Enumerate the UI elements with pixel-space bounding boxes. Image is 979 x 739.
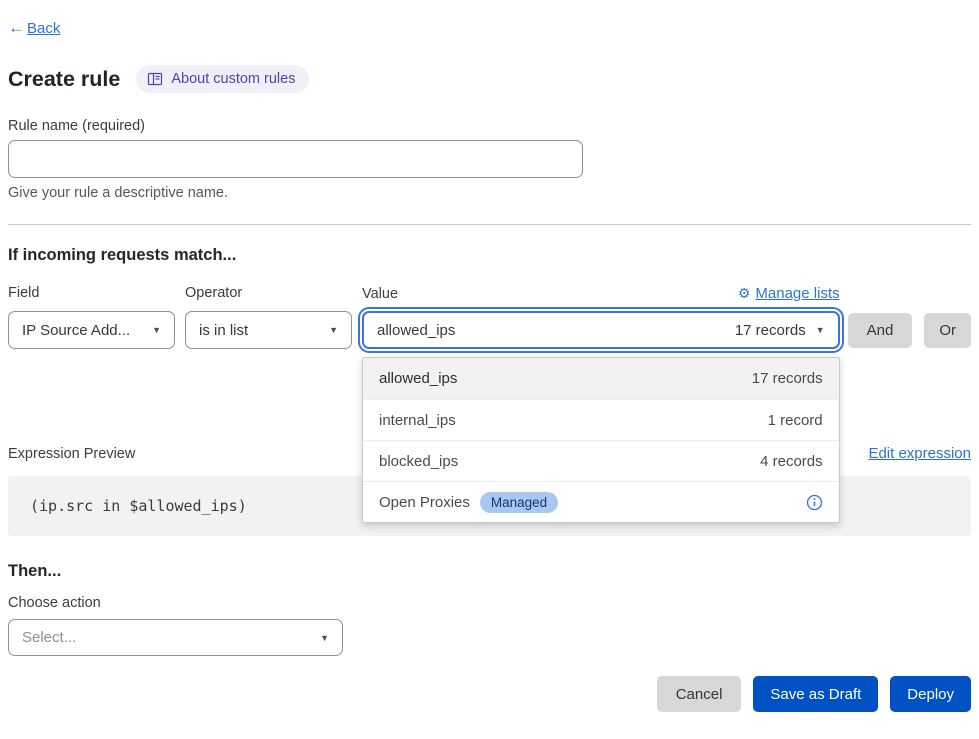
action-select-placeholder: Select... [22, 629, 76, 646]
value-dropdown-menu: allowed_ips 17 records internal_ips 1 re… [362, 357, 840, 523]
back-link[interactable]: ← Back [8, 18, 971, 38]
operator-group: Operator is in list ▼ [185, 285, 352, 349]
deploy-button[interactable]: Deploy [890, 676, 971, 712]
about-custom-rules-label: About custom rules [171, 71, 295, 87]
field-label: Field [8, 285, 175, 301]
rule-name-label: Rule name (required) [8, 118, 971, 134]
then-section-heading: Then... [8, 562, 971, 581]
back-arrow-icon: ← [8, 18, 25, 38]
condition-row: Field IP Source Add... ▼ Operator is in … [8, 285, 971, 349]
about-custom-rules-link[interactable]: About custom rules [136, 65, 309, 93]
value-select-value: allowed_ips [377, 322, 455, 339]
list-name: internal_ips [379, 412, 456, 429]
field-select[interactable]: IP Source Add... ▼ [8, 311, 175, 349]
list-name: Open Proxies [379, 494, 470, 511]
back-link-label[interactable]: Back [27, 20, 60, 37]
list-record-count: 1 record [768, 412, 823, 429]
section-divider [8, 224, 971, 225]
manage-lists-link[interactable]: ⚙ Manage lists [738, 285, 840, 302]
dropdown-item-open-proxies[interactable]: Open Proxies Managed [363, 481, 839, 522]
chevron-down-icon: ▼ [816, 325, 825, 335]
page-header: Create rule About custom rules [8, 65, 971, 93]
value-select-meta: 17 records [735, 322, 806, 339]
operator-select[interactable]: is in list ▼ [185, 311, 352, 349]
edit-expression-link[interactable]: Edit expression [868, 445, 971, 462]
cancel-button[interactable]: Cancel [657, 676, 742, 712]
gear-icon: ⚙ [738, 285, 751, 302]
book-icon [147, 71, 163, 87]
dropdown-item-allowed-ips[interactable]: allowed_ips 17 records [363, 358, 839, 399]
page-title: Create rule [8, 67, 120, 92]
or-button[interactable]: Or [924, 313, 971, 348]
field-group: Field IP Source Add... ▼ [8, 285, 175, 349]
choose-action-label: Choose action [8, 595, 971, 611]
value-label-row: Value ⚙ Manage lists [362, 285, 840, 302]
action-select[interactable]: Select... ▼ [8, 619, 343, 656]
match-section-heading: If incoming requests match... [8, 246, 971, 265]
conjunction-buttons: And Or [848, 313, 971, 348]
chevron-down-icon: ▼ [329, 325, 338, 335]
list-name: allowed_ips [379, 370, 457, 387]
chevron-down-icon: ▼ [320, 633, 329, 643]
value-select[interactable]: allowed_ips 17 records ▼ [362, 311, 840, 349]
info-icon[interactable] [806, 494, 823, 511]
value-label: Value [362, 286, 398, 302]
operator-select-value: is in list [199, 322, 248, 339]
chevron-down-icon: ▼ [152, 325, 161, 335]
save-as-draft-button[interactable]: Save as Draft [753, 676, 878, 712]
field-select-value: IP Source Add... [22, 322, 130, 339]
managed-badge: Managed [480, 492, 558, 513]
expression-preview-label: Expression Preview [8, 446, 135, 462]
and-button[interactable]: And [848, 313, 913, 348]
list-record-count: 4 records [760, 453, 823, 470]
dropdown-item-blocked-ips[interactable]: blocked_ips 4 records [363, 440, 839, 481]
expression-code: (ip.src in $allowed_ips) [30, 497, 247, 515]
create-rule-page: ← Back Create rule About custom rules Ru… [0, 0, 979, 739]
operator-label: Operator [185, 285, 352, 301]
list-name: blocked_ips [379, 453, 458, 470]
rule-name-input[interactable] [8, 140, 583, 178]
dropdown-item-internal-ips[interactable]: internal_ips 1 record [363, 399, 839, 440]
manage-lists-label[interactable]: Manage lists [755, 285, 839, 302]
list-record-count: 17 records [752, 370, 823, 387]
rule-name-helper: Give your rule a descriptive name. [8, 185, 971, 201]
footer-actions: Cancel Save as Draft Deploy [8, 676, 971, 712]
value-group: Value ⚙ Manage lists allowed_ips 17 reco… [362, 285, 840, 349]
